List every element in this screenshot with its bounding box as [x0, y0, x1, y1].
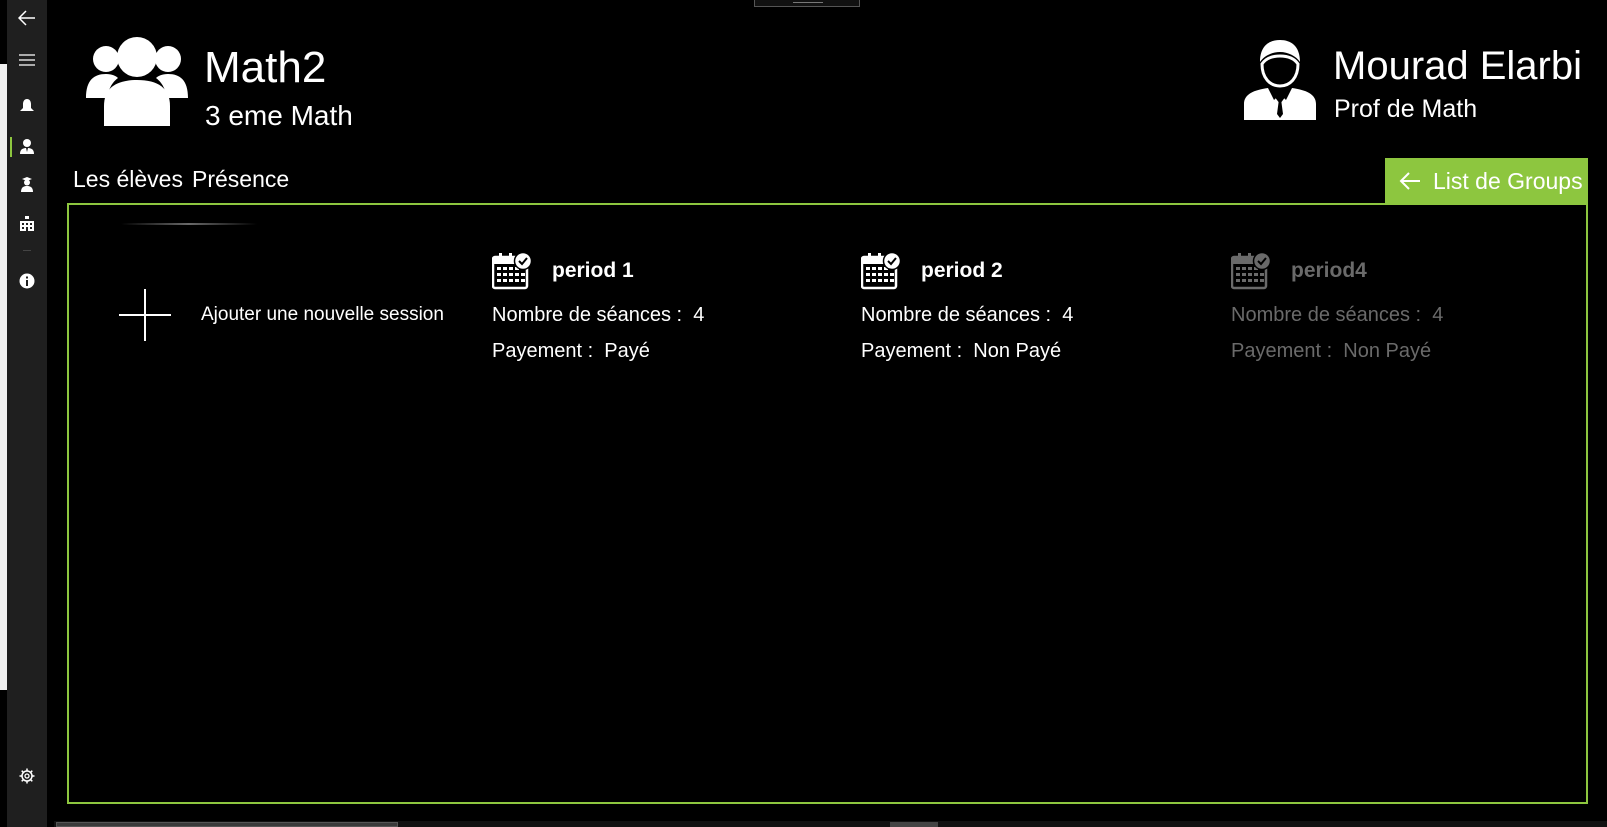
sessions-panel: Ajouter une nouvelle session period 1 No… [67, 203, 1588, 804]
window-edge-strip [0, 64, 7, 690]
list-de-groups-button[interactable]: List de Groups [1385, 158, 1588, 204]
period-name: period4 [1291, 259, 1367, 282]
calendar-check-icon [861, 252, 901, 290]
student-icon [21, 177, 33, 192]
settings-button[interactable] [7, 758, 47, 794]
school-building-icon [20, 216, 34, 231]
list-de-groups-label: List de Groups [1433, 167, 1583, 194]
scrollbar-thumb[interactable] [56, 822, 398, 827]
info-icon [19, 273, 35, 289]
sidebar [7, 0, 47, 827]
sidebar-item-schools[interactable] [7, 205, 47, 241]
user-name: Mourad Elarbi [1333, 44, 1583, 88]
plus-icon [119, 289, 171, 341]
calendar-check-icon [1231, 252, 1271, 290]
tab-presence[interactable]: Présence [192, 163, 289, 195]
user-role: Prof de Math [1334, 95, 1478, 123]
scrollbar-thumb[interactable] [890, 822, 938, 827]
sessions-count: 4 [693, 304, 705, 326]
calendar-check-icon [492, 252, 532, 290]
sessions-label: Nombre de séances : [492, 304, 683, 326]
period-card-disabled[interactable]: period4 Nombre de séances : 4 Payement :… [1231, 249, 1551, 365]
sessions-count: 4 [1062, 304, 1074, 326]
period-name: period 2 [921, 259, 1003, 282]
period-card[interactable]: period 1 Nombre de séances : 4 Payement … [492, 249, 812, 365]
sidebar-item-about[interactable] [7, 263, 47, 299]
payment-status: Non Payé [973, 340, 1062, 362]
drag-handle[interactable] [754, 0, 860, 7]
sessions-label: Nombre de séances : [861, 304, 1052, 326]
teacher-icon [20, 139, 34, 154]
sidebar-item-students[interactable] [7, 166, 47, 202]
add-session-label: Ajouter une nouvelle session [201, 304, 444, 325]
bell-icon [20, 99, 34, 111]
back-button[interactable] [7, 0, 47, 36]
period-name: period 1 [552, 259, 634, 282]
arrow-left-icon [1399, 172, 1420, 190]
sessions-count: 4 [1432, 304, 1444, 326]
user-avatar-icon [1244, 40, 1316, 120]
payment-status: Payé [604, 340, 650, 362]
group-icon [86, 37, 188, 126]
tab-students[interactable]: Les élèves [73, 163, 183, 195]
payment-label: Payement : [1231, 340, 1333, 362]
group-level: 3 eme Math [205, 100, 353, 131]
back-arrow-icon [18, 10, 35, 26]
payment-status: Non Payé [1343, 340, 1432, 362]
period-card[interactable]: period 2 Nombre de séances : 4 Payement … [861, 249, 1181, 365]
hamburger-menu-icon [19, 54, 35, 66]
sessions-label: Nombre de séances : [1231, 304, 1422, 326]
payment-label: Payement : [861, 340, 963, 362]
add-session-button[interactable]: Ajouter une nouvelle session [119, 289, 444, 341]
hamburger-menu-button[interactable] [7, 42, 47, 78]
payment-label: Payement : [492, 340, 594, 362]
sidebar-item-notifications[interactable] [7, 88, 47, 124]
group-name: Math2 [204, 43, 327, 92]
sidebar-separator [23, 250, 31, 251]
app-window: Math2 3 eme Math Mourad Elarbi Prof de M… [0, 0, 1607, 827]
panel-divider [121, 223, 257, 225]
settings-icon [19, 768, 35, 784]
sidebar-item-teachers[interactable] [7, 128, 47, 164]
